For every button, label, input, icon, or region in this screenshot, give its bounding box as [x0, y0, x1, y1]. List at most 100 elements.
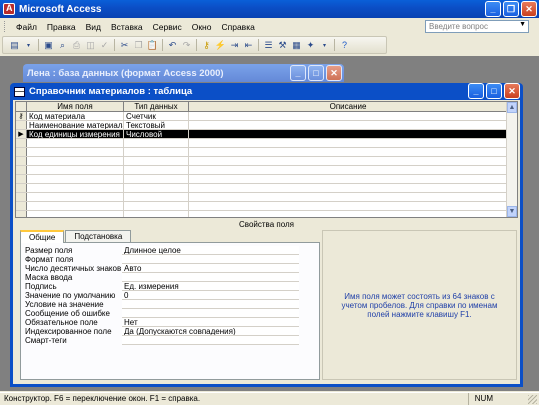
empty-cell[interactable] [124, 175, 189, 183]
scroll-up-arrow-icon[interactable]: ▲ [507, 102, 517, 113]
undo-icon[interactable]: ↶ [166, 39, 179, 52]
empty-cell[interactable] [27, 193, 124, 201]
empty-cell[interactable] [27, 139, 124, 147]
menu-insert[interactable]: Вставка [106, 22, 148, 32]
property-value-field[interactable] [122, 336, 299, 345]
menu-file[interactable]: Файл [11, 22, 42, 32]
data-type-cell[interactable]: Текстовый [124, 121, 189, 129]
current-row-arrow-icon[interactable]: ▶ [16, 130, 27, 138]
property-value-field[interactable] [122, 255, 299, 264]
view-dropdown-icon[interactable]: ▾ [22, 39, 35, 52]
menu-edit[interactable]: Правка [42, 22, 81, 32]
new-object-icon[interactable]: ✦ [304, 39, 317, 52]
empty-cell[interactable] [27, 184, 124, 192]
property-value-field[interactable] [122, 309, 299, 318]
help-icon[interactable]: ? [338, 39, 351, 52]
table-maximize-button[interactable]: □ [486, 83, 502, 99]
minimize-button[interactable]: _ [485, 1, 501, 17]
scroll-down-arrow-icon[interactable]: ▼ [507, 206, 517, 217]
select-all-corner[interactable] [16, 102, 27, 111]
spellcheck-icon[interactable]: ✓ [98, 39, 111, 52]
column-header-description[interactable]: Описание [189, 102, 508, 111]
db-minimize-button[interactable]: _ [290, 65, 306, 81]
data-type-cell[interactable]: Числовой [124, 130, 189, 138]
chevron-down-icon[interactable]: ▼ [519, 21, 526, 28]
empty-field-row[interactable] [16, 211, 517, 217]
menu-window[interactable]: Окно [187, 22, 217, 32]
row-selector[interactable] [16, 148, 27, 156]
empty-field-row[interactable] [16, 157, 517, 166]
property-value-field[interactable]: 0 [122, 291, 299, 300]
empty-field-row[interactable] [16, 202, 517, 211]
empty-cell[interactable] [27, 148, 124, 156]
insert-rows-icon[interactable]: ⇥ [228, 39, 241, 52]
empty-cell[interactable] [124, 202, 189, 210]
field-row[interactable]: ▶ Код единицы измерения Числовой [16, 130, 517, 139]
field-row[interactable]: Наименование материала Текстовый [16, 121, 517, 130]
new-object-dropdown-icon[interactable]: ▾ [318, 39, 331, 52]
empty-cell[interactable] [189, 157, 508, 165]
empty-cell[interactable] [189, 193, 508, 201]
row-selector[interactable] [16, 211, 27, 217]
empty-field-row[interactable] [16, 184, 517, 193]
save-icon[interactable]: ▣ [42, 39, 55, 52]
property-value-field[interactable]: Авто [122, 264, 299, 273]
properties-icon[interactable]: ☰ [262, 39, 275, 52]
property-value-field[interactable]: Длинное целое [122, 246, 299, 255]
vertical-scrollbar[interactable]: ▲ ▼ [506, 102, 517, 217]
row-selector[interactable] [16, 202, 27, 210]
row-selector[interactable] [16, 184, 27, 192]
menu-grip[interactable] [4, 21, 7, 32]
empty-cell[interactable] [124, 211, 189, 217]
resize-grip-icon[interactable] [528, 395, 537, 404]
table-minimize-button[interactable]: _ [468, 83, 484, 99]
search-icon[interactable]: ⌕ [56, 39, 69, 52]
property-value-field[interactable] [122, 300, 299, 309]
app-title-bar[interactable]: Microsoft Access _ ❐ ✕ [0, 0, 539, 18]
db-close-button[interactable]: ✕ [326, 65, 342, 81]
empty-cell[interactable] [124, 148, 189, 156]
delete-rows-icon[interactable]: ⇤ [242, 39, 255, 52]
menu-tools[interactable]: Сервис [148, 22, 187, 32]
row-selector[interactable] [16, 121, 27, 129]
tab-general[interactable]: Общие [20, 230, 65, 243]
empty-field-row[interactable] [16, 148, 517, 157]
empty-cell[interactable] [189, 148, 508, 156]
row-selector[interactable] [16, 175, 27, 183]
primary-key-icon[interactable]: ⚷ [200, 39, 213, 52]
field-name-cell[interactable]: Код единицы измерения [27, 130, 124, 138]
field-row[interactable]: ⚷ Код материала Счетчик [16, 112, 517, 121]
empty-cell[interactable] [27, 211, 124, 217]
cut-icon[interactable]: ✂ [118, 39, 131, 52]
field-name-cell[interactable]: Код материала [27, 112, 124, 120]
empty-cell[interactable] [124, 157, 189, 165]
paste-icon[interactable]: 📋 [146, 39, 159, 52]
view-icon[interactable]: ▤ [8, 39, 21, 52]
row-selector[interactable] [16, 193, 27, 201]
empty-cell[interactable] [189, 184, 508, 192]
property-value-field[interactable] [122, 273, 299, 282]
column-header-data-type[interactable]: Тип данных [124, 102, 189, 111]
empty-field-row[interactable] [16, 166, 517, 175]
empty-cell[interactable] [124, 166, 189, 174]
database-window-icon[interactable]: ▦ [290, 39, 303, 52]
empty-cell[interactable] [189, 175, 508, 183]
access-app-icon[interactable] [3, 3, 15, 15]
empty-cell[interactable] [124, 184, 189, 192]
empty-cell[interactable] [27, 166, 124, 174]
description-cell[interactable] [189, 130, 508, 138]
data-type-cell[interactable]: Счетчик [124, 112, 189, 120]
help-search-input[interactable]: Введите вопрос ▼ [425, 20, 529, 33]
empty-cell[interactable] [27, 175, 124, 183]
copy-icon[interactable]: ❐ [132, 39, 145, 52]
table-window-titlebar[interactable]: Справочник материалов : таблица _ □ ✕ [13, 83, 520, 100]
database-window-titlebar[interactable]: Лена : база данных (формат Access 2000) … [23, 64, 344, 82]
field-name-cell[interactable]: Наименование материала [27, 121, 124, 129]
empty-field-row[interactable] [16, 193, 517, 202]
property-value-field[interactable]: Нет [122, 318, 299, 327]
column-header-field-name[interactable]: Имя поля [27, 102, 124, 111]
build-icon[interactable]: ⚒ [276, 39, 289, 52]
restore-button[interactable]: ❐ [503, 1, 519, 17]
print-preview-icon[interactable]: ◫ [84, 39, 97, 52]
empty-cell[interactable] [27, 157, 124, 165]
